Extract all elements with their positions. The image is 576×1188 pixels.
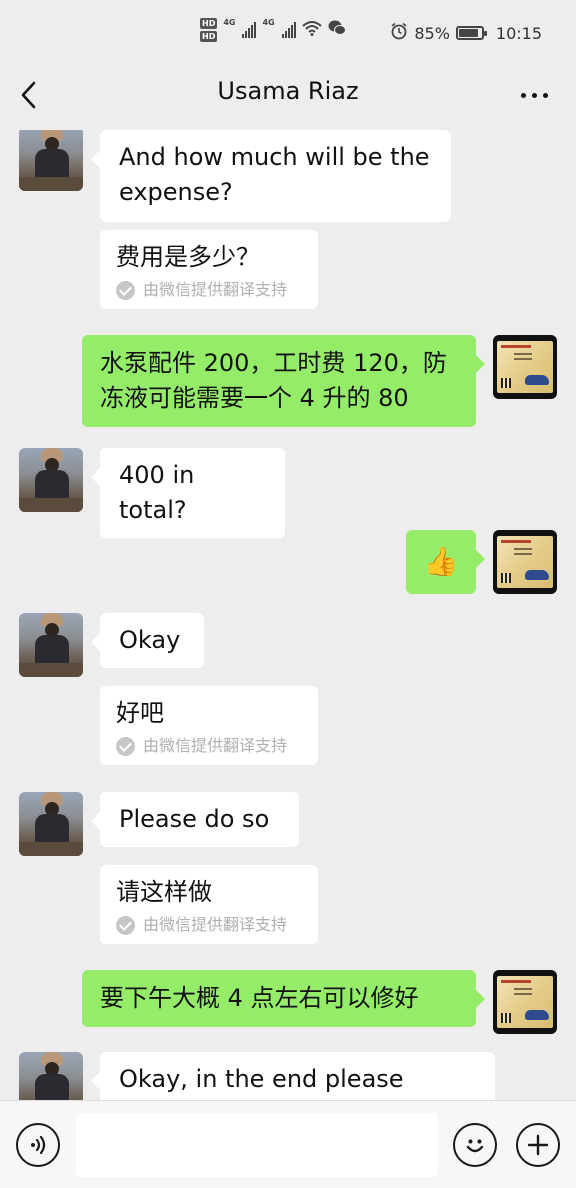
signal-icon — [242, 22, 257, 38]
contact-avatar[interactable] — [19, 1052, 83, 1100]
translation-bubble[interactable]: 好吧 由微信提供翻译支持 — [100, 686, 318, 765]
contact-avatar[interactable] — [19, 130, 83, 191]
message-text: 要下午大概 4 点左右可以修好 — [100, 984, 419, 1012]
translation-bubble[interactable]: 费用是多少？ 由微信提供翻译支持 — [100, 230, 318, 309]
wifi-icon — [301, 20, 322, 40]
status-bar: HD HD 4G 4G 85% 10:15 — [0, 0, 576, 66]
check-icon — [116, 736, 135, 756]
message-text: Okay — [119, 626, 181, 654]
my-avatar[interactable] — [493, 335, 557, 399]
chat-title: Usama Riaz — [217, 77, 359, 105]
header-bar: Usama Riaz — [0, 66, 576, 130]
status-left-icons: HD HD 4G 4G — [200, 18, 346, 42]
signal-icon-2 — [281, 22, 296, 38]
plus-button[interactable] — [516, 1123, 560, 1167]
translation-note: 由微信提供翻译支持 — [116, 914, 302, 936]
voice-button[interactable] — [16, 1123, 60, 1167]
chat-screen: HD HD 4G 4G 85% 10:15 Usama Riaz And how… — [0, 0, 576, 1188]
emoji-icon — [466, 1139, 484, 1153]
battery-fill — [458, 29, 478, 37]
voice-icon — [31, 1135, 46, 1155]
message-bubble-incoming[interactable]: And how much will be the expense? — [91, 130, 451, 222]
battery-icon — [455, 26, 487, 40]
input-bar — [0, 1100, 576, 1188]
message-text: Okay, in the end please check — [119, 1065, 404, 1093]
message-text: Please do so — [119, 805, 270, 833]
check-icon — [116, 280, 135, 300]
clock: 10:15 — [495, 23, 542, 43]
contact-avatar[interactable] — [19, 792, 83, 856]
wechat-icon — [328, 20, 346, 40]
translation-note: 由微信提供翻译支持 — [116, 279, 302, 301]
more-dots-icon — [521, 92, 548, 98]
my-avatar[interactable] — [493, 970, 557, 1034]
translation-bubble[interactable]: 请这样做 由微信提供翻译支持 — [100, 865, 318, 944]
network-type-label-2: 4G — [262, 18, 275, 27]
message-text: 400 in total? — [119, 461, 195, 524]
message-bubble-outgoing[interactable]: 水泵配件 200，工时费 120，防冻液可能需要一个 4 升的 80 — [82, 335, 485, 427]
translation-text: 费用是多少？ — [116, 243, 260, 271]
message-bubble-incoming[interactable]: Okay, in the end please check — [91, 1052, 495, 1100]
translation-note: 由微信提供翻译支持 — [116, 735, 302, 757]
network-type-label: 4G — [223, 18, 236, 27]
plus-icon — [527, 1134, 549, 1156]
hd-icon: HD HD — [200, 18, 218, 42]
translation-text: 请这样做 — [116, 878, 212, 906]
message-bubble-incoming[interactable]: Okay — [91, 613, 204, 668]
alarm-icon — [390, 22, 408, 44]
more-button[interactable] — [521, 80, 548, 110]
contact-avatar[interactable] — [19, 448, 83, 512]
contact-avatar[interactable] — [19, 613, 83, 677]
message-bubble-incoming[interactable]: 400 in total? — [91, 448, 285, 538]
check-icon — [116, 915, 135, 935]
message-input[interactable] — [76, 1113, 438, 1177]
thumbs-up-emoji: 👍 — [423, 545, 459, 578]
message-list[interactable]: And how much will be the expense? 费用是多少？… — [0, 130, 576, 1100]
message-bubble-incoming[interactable]: Please do so — [91, 792, 299, 847]
message-bubble-outgoing[interactable]: 👍 — [406, 530, 485, 594]
status-right-icons: 85% 10:15 — [390, 22, 542, 44]
my-avatar[interactable] — [493, 530, 557, 594]
battery-percent: 85% — [414, 23, 450, 43]
message-bubble-outgoing[interactable]: 要下午大概 4 点左右可以修好 — [82, 970, 485, 1027]
emoji-button[interactable] — [453, 1123, 497, 1167]
translation-text: 好吧 — [116, 699, 164, 727]
message-text: 水泵配件 200，工时费 120，防冻液可能需要一个 4 升的 80 — [100, 349, 447, 412]
message-text: And how much will be the expense? — [119, 143, 430, 206]
